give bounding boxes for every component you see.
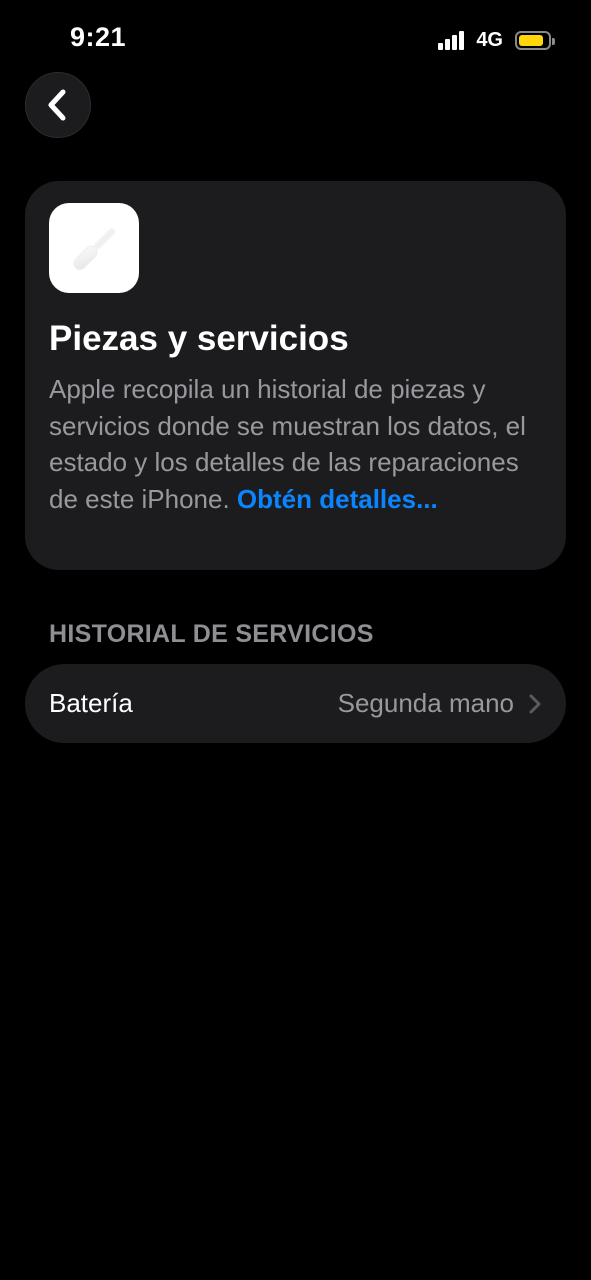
battery-level-fill (519, 34, 543, 46)
card-title: Piezas y servicios (49, 319, 349, 358)
battery-icon (515, 30, 555, 50)
row-detail: Segunda mano (338, 688, 542, 719)
chevron-left-icon (48, 89, 66, 121)
row-label: Batería (49, 688, 133, 718)
learn-more-link[interactable]: Obtén detalles... (237, 484, 438, 514)
section-header-service-history: HISTORIAL DE SERVICIOS (49, 620, 374, 648)
info-card: Piezas y servicios Apple recopila un his… (25, 181, 566, 570)
back-button[interactable] (25, 72, 91, 138)
row-value: Segunda mano (337, 688, 514, 718)
card-description: Apple recopila un historial de piezas y … (49, 371, 539, 517)
network-type: 4G (476, 28, 503, 51)
status-bar: 9:21 4G (0, 0, 591, 80)
cellular-signal-icon (438, 30, 466, 50)
screwdriver-icon (49, 203, 139, 293)
chevron-right-icon (529, 694, 541, 713)
list-item-battery[interactable]: Batería Segunda mano (25, 664, 566, 743)
status-indicators: 4G (438, 28, 555, 52)
status-time: 9:21 (70, 22, 127, 52)
